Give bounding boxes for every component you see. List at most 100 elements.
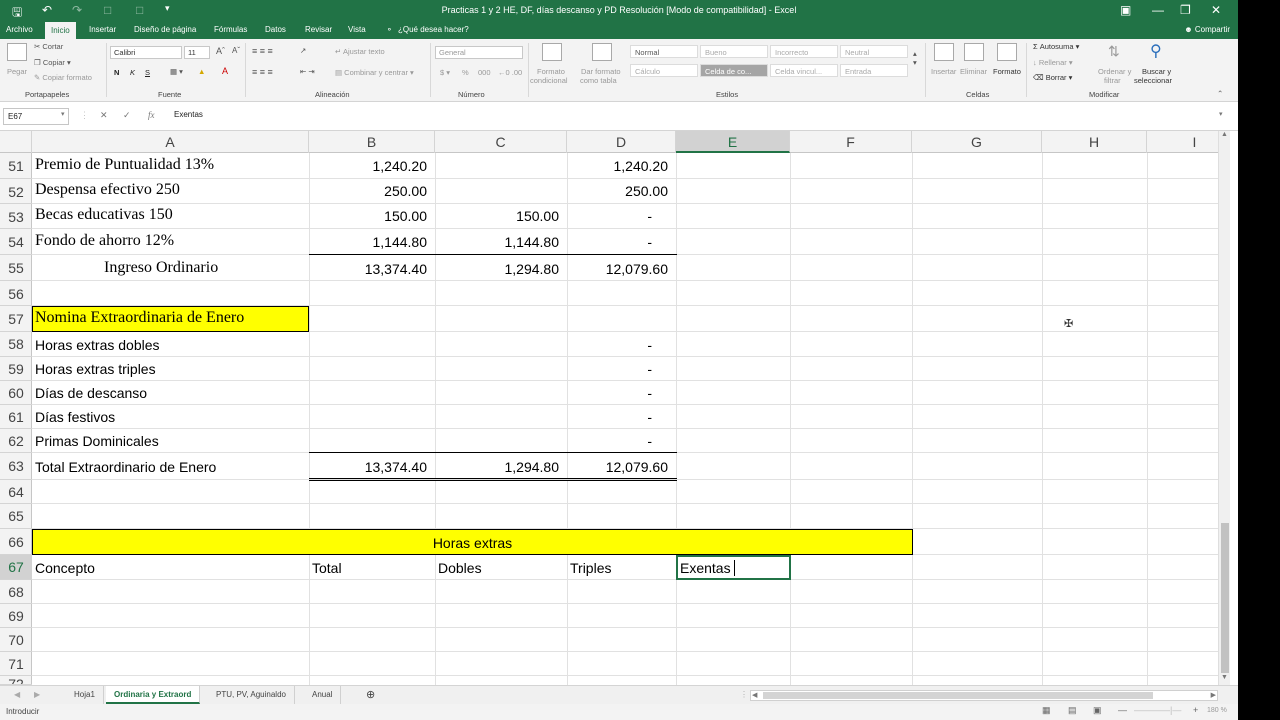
- row-header[interactable]: 61: [0, 405, 32, 429]
- tab-vista[interactable]: Vista: [348, 25, 366, 34]
- cell-d58[interactable]: -: [567, 337, 652, 353]
- table-format-label1[interactable]: Dar formato: [581, 67, 621, 76]
- cell-a57[interactable]: Nomina Extraordinaria de Enero: [35, 309, 244, 327]
- formula-input[interactable]: Exentas: [174, 110, 203, 119]
- row-header[interactable]: 64: [0, 480, 32, 504]
- row-header[interactable]: 69: [0, 604, 32, 628]
- tab-inicio[interactable]: Inicio: [45, 22, 76, 39]
- style-bueno[interactable]: Bueno: [700, 45, 768, 58]
- zoom-in-icon[interactable]: +: [1193, 705, 1198, 715]
- font-size-select[interactable]: 11: [184, 46, 210, 59]
- fill-button[interactable]: ↓ Rellenar ▾: [1033, 58, 1073, 67]
- cell-b63[interactable]: 13,374.40: [309, 459, 427, 475]
- row-header[interactable]: 62: [0, 429, 32, 453]
- cell-d67[interactable]: Triples: [570, 560, 612, 576]
- cell-b52[interactable]: 250.00: [309, 183, 427, 199]
- style-celda-vinculada[interactable]: Celda vincul...: [770, 64, 838, 77]
- cell-a55[interactable]: Ingreso Ordinario: [104, 259, 218, 277]
- scroll-left-icon[interactable]: ◀: [752, 691, 757, 699]
- minimize-icon[interactable]: —: [1152, 3, 1164, 17]
- cell-c54[interactable]: 1,144.80: [435, 234, 560, 250]
- zoom-out-icon[interactable]: —: [1118, 705, 1127, 715]
- cell-b54[interactable]: 1,144.80: [309, 234, 428, 250]
- row-header[interactable]: 58: [0, 332, 32, 357]
- cut-button[interactable]: ✂ Cortar: [34, 42, 63, 51]
- cell-d54[interactable]: -: [567, 234, 652, 250]
- cell-a59[interactable]: Horas extras triples: [35, 361, 156, 377]
- prev-sheet-icon[interactable]: ◀: [6, 686, 28, 704]
- currency-icon[interactable]: $ ▾: [440, 68, 450, 77]
- row-header[interactable]: 56: [0, 281, 32, 306]
- cell-d59[interactable]: -: [567, 361, 652, 377]
- horizontal-scrollbar[interactable]: ◀ ▶: [750, 690, 1218, 701]
- bold-button[interactable]: N: [114, 68, 119, 77]
- paste-icon[interactable]: [7, 43, 27, 61]
- table-format-icon[interactable]: [592, 43, 612, 61]
- tab-formulas[interactable]: Fórmulas: [214, 25, 247, 34]
- wrap-text-button[interactable]: ↵ Ajustar texto: [335, 47, 385, 56]
- italic-button[interactable]: K: [130, 68, 135, 77]
- vertical-scrollbar[interactable]: ▲ ▼: [1218, 131, 1230, 685]
- close-icon[interactable]: ✕: [1211, 3, 1221, 17]
- autosum-button[interactable]: Σ Autosuma ▾: [1033, 42, 1079, 51]
- align-top-icon[interactable]: ≡ ≡ ≡: [252, 46, 273, 56]
- column-header[interactable]: B: [309, 131, 435, 153]
- vertical-scroll-thumb[interactable]: [1221, 523, 1229, 673]
- sheet-tab-anual[interactable]: Anual: [304, 686, 342, 704]
- sheet-tab-hoja1[interactable]: Hoja1: [66, 686, 104, 704]
- percent-icon[interactable]: %: [462, 68, 469, 77]
- tab-insertar[interactable]: Insertar: [89, 25, 116, 34]
- format-cells-icon[interactable]: [997, 43, 1017, 61]
- row-header[interactable]: 54: [0, 229, 32, 255]
- column-header-selected[interactable]: E: [676, 131, 790, 153]
- style-entrada[interactable]: Entrada: [840, 64, 908, 77]
- cell-a53[interactable]: Becas educativas 150: [35, 206, 173, 224]
- cell-c67[interactable]: Dobles: [438, 560, 482, 576]
- column-header[interactable]: A: [32, 131, 309, 153]
- find-select-icon[interactable]: ⚲: [1150, 41, 1162, 61]
- format-painter-button[interactable]: ✎ Copiar formato: [34, 73, 92, 82]
- share-button[interactable]: ☻ Compartir: [1184, 25, 1230, 34]
- row-header[interactable]: 65: [0, 504, 32, 529]
- tab-diseno-pagina[interactable]: Diseño de página: [134, 25, 196, 34]
- cell-b53[interactable]: 150.00: [309, 208, 427, 224]
- row-header[interactable]: 57: [0, 306, 32, 332]
- column-header[interactable]: G: [912, 131, 1042, 153]
- insert-function-icon[interactable]: fx: [148, 110, 155, 120]
- cell-d61[interactable]: -: [567, 409, 652, 425]
- conditional-format-label1[interactable]: Formato: [537, 67, 565, 76]
- scroll-right-icon[interactable]: ▶: [1211, 691, 1216, 699]
- styles-scroll-icon[interactable]: ▴ ▾: [913, 49, 917, 67]
- tab-archivo[interactable]: Archivo: [6, 25, 33, 34]
- column-header[interactable]: C: [435, 131, 567, 153]
- paste-button[interactable]: Pegar: [7, 67, 27, 76]
- row-header[interactable]: 68: [0, 580, 32, 604]
- column-header[interactable]: D: [567, 131, 676, 153]
- row-header[interactable]: 59: [0, 357, 32, 381]
- sheet-tab-ptu[interactable]: PTU, PV, Aguinaldo: [208, 686, 295, 704]
- cell-a67[interactable]: Concepto: [35, 560, 95, 576]
- style-celda-comprobacion[interactable]: Celda de co...: [700, 64, 768, 77]
- font-name-select[interactable]: Calibri: [110, 46, 182, 59]
- style-neutral[interactable]: Neutral: [840, 45, 908, 58]
- cell-a61[interactable]: Días festivos: [35, 409, 115, 425]
- collapse-ribbon-icon[interactable]: ⌃: [1217, 89, 1223, 98]
- conditional-format-icon[interactable]: [542, 43, 562, 61]
- underline-button[interactable]: S: [145, 68, 150, 77]
- restore-icon[interactable]: ❐: [1180, 3, 1191, 17]
- cell-d55[interactable]: 12,079.60: [567, 261, 668, 277]
- clear-button[interactable]: ⌫ Borrar ▾: [1033, 73, 1072, 82]
- tab-datos[interactable]: Datos: [265, 25, 286, 34]
- row-header[interactable]: 51: [0, 153, 32, 179]
- cell-c53[interactable]: 150.00: [435, 208, 559, 224]
- tell-me-search[interactable]: ¿Qué desea hacer?: [398, 25, 469, 34]
- row-header[interactable]: 72: [0, 676, 32, 685]
- merged-cell-a66[interactable]: Horas extras: [32, 535, 913, 551]
- format-cells-button[interactable]: Formato: [993, 67, 1021, 76]
- style-calculo[interactable]: Cálculo: [630, 64, 698, 77]
- cell-b55[interactable]: 13,374.40: [309, 261, 427, 277]
- cell-d62[interactable]: -: [567, 433, 652, 449]
- row-header[interactable]: 55: [0, 255, 32, 281]
- cell-a63[interactable]: Total Extraordinario de Enero: [35, 459, 216, 475]
- scroll-up-icon[interactable]: ▲: [1221, 131, 1228, 138]
